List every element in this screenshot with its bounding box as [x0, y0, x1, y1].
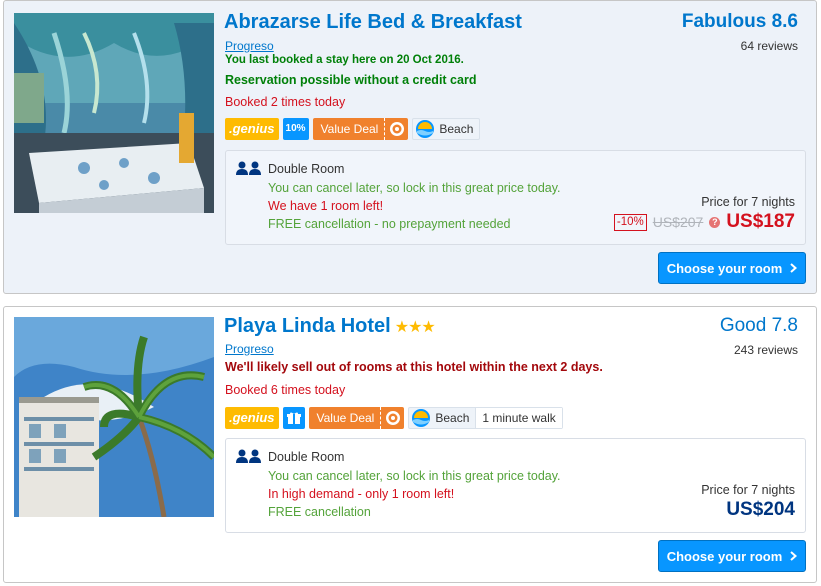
room-box: Double Room You can cancel later, so loc… [225, 438, 806, 533]
score-word: Fabulous 8.6 [681, 11, 798, 32]
genius-badge[interactable]: .genius [225, 118, 279, 140]
value-deal-badge[interactable]: Value Deal [312, 118, 409, 140]
hotel-photo[interactable] [14, 13, 214, 213]
beach-chip: Beach 1 minute walk [408, 407, 563, 429]
beach-label: Beach [439, 122, 474, 136]
last-booked-text: You last booked a stay here on 20 Oct 20… [225, 54, 464, 66]
two-guests-icon [236, 161, 262, 178]
genius-discount-badge: 10% [282, 118, 309, 140]
choose-room-button[interactable]: Choose your room [658, 540, 806, 572]
value-deal-label: Value Deal [320, 122, 379, 136]
property-card: Playa Linda Hotel ★★★ Progreso We'll like… [3, 306, 817, 583]
cancel-later-text: You can cancel later, so lock in this gr… [268, 181, 561, 195]
genius-badge[interactable]: .genius [225, 407, 279, 429]
no-credit-card-text: Reservation possible without a credit ca… [225, 73, 477, 87]
walk-distance: 1 minute walk [475, 408, 562, 428]
info-icon[interactable]: ? [709, 216, 721, 228]
price: US$187 [726, 211, 795, 232]
gift-icon [282, 407, 305, 429]
beach-chip: Beach [412, 118, 481, 140]
choose-room-label: Choose your room [666, 260, 783, 276]
beach-label: Beach [435, 411, 470, 425]
badges-row: .genius Value Deal Beach 1 minute walk [225, 406, 563, 430]
price-row: US$204 [726, 499, 795, 521]
value-deal-badge[interactable]: Value Deal [308, 407, 405, 429]
price-for-label: Price for 7 nights [701, 195, 795, 209]
discount-badge: -10% [613, 213, 647, 231]
price-for-label: Price for 7 nights [701, 483, 795, 497]
review-score[interactable]: Fabulous 8.6 64 reviews [682, 11, 798, 53]
rooms-left-text: We have 1 room left! [268, 199, 384, 213]
room-name[interactable]: Double Room [268, 450, 344, 464]
room-box: Double Room You can cancel later, so loc… [225, 150, 806, 245]
choose-room-button[interactable]: Choose your room [658, 252, 806, 284]
cancel-later-text: You can cancel later, so lock in this gr… [268, 469, 561, 483]
free-cancellation-text: FREE cancellation - no prepayment needed [268, 217, 511, 231]
beach-icon [413, 119, 437, 139]
booked-times-text: Booked 6 times today [225, 383, 346, 397]
price: US$204 [726, 499, 795, 520]
sell-out-text: We'll likely sell out of rooms at this h… [225, 360, 603, 374]
deal-tag-icon [380, 407, 404, 429]
star-rating: ★★★ [394, 319, 436, 336]
property-card: Abrazarse Life Bed & Breakfast Progreso … [3, 0, 817, 294]
location-link[interactable]: Progreso [225, 39, 274, 53]
review-count: 64 reviews [740, 39, 798, 53]
price-row: -10% US$207 ? US$187 [613, 211, 795, 233]
hotel-name[interactable]: Abrazarse Life Bed & Breakfast [224, 11, 522, 34]
free-cancellation-text: FREE cancellation [268, 505, 371, 519]
two-guests-icon [236, 449, 262, 466]
review-count: 243 reviews [733, 343, 798, 357]
chevron-right-icon [790, 549, 798, 564]
beach-icon [409, 408, 433, 428]
value-deal-label: Value Deal [316, 411, 375, 425]
review-score[interactable]: Good 7.8 243 reviews [720, 315, 798, 357]
deal-tag-icon [384, 118, 408, 140]
room-name[interactable]: Double Room [268, 162, 344, 176]
hotel-name[interactable]: Playa Linda Hotel ★★★ [224, 315, 436, 338]
chevron-right-icon [790, 261, 798, 276]
choose-room-label: Choose your room [666, 548, 783, 564]
old-price: US$207 [652, 214, 704, 230]
score-word: Good 7.8 [719, 315, 798, 336]
high-demand-text: In high demand - only 1 room left! [268, 487, 455, 501]
booked-times-text: Booked 2 times today [225, 95, 346, 109]
location-link[interactable]: Progreso [225, 342, 274, 356]
badges-row: .genius 10% Value Deal Beach [225, 117, 481, 141]
hotel-photo[interactable] [14, 317, 214, 517]
